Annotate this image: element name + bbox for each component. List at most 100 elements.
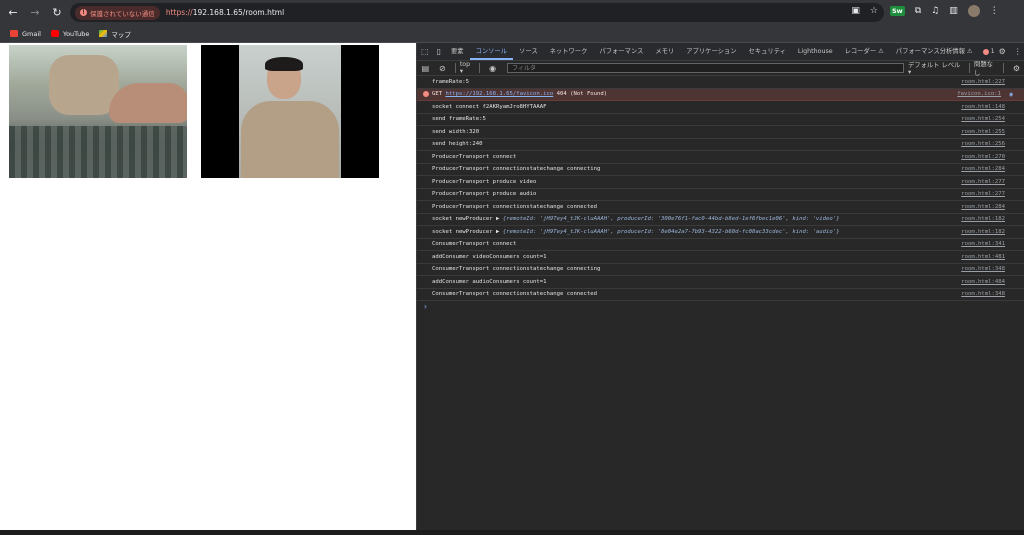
divider [454, 63, 456, 73]
local-video[interactable] [9, 45, 187, 178]
console-log: frameRate:5 room.html:227 GET https://192… [417, 76, 1024, 313]
tab-performance[interactable]: パフォーマンス [593, 43, 649, 60]
tab-sources[interactable]: ソース [513, 43, 544, 60]
object-preview[interactable]: {remoteId: 'jH9Tey4_tJK-cluAAAH', produc… [503, 229, 840, 235]
bookmark-youtube[interactable]: YouTube [50, 29, 90, 38]
console-row: frameRate:5 room.html:227 [417, 76, 1024, 89]
console-row: ProducerTransport connectionstatechange … [417, 201, 1024, 214]
issues-indicator[interactable]: 問題なし [974, 59, 999, 77]
bookmark-label: YouTube [62, 29, 90, 38]
console-row: ConsumerTransport connectionstatechange … [417, 289, 1024, 301]
bookmark-gmail[interactable]: Gmail [10, 30, 41, 38]
error-counter[interactable]: 1 [982, 48, 995, 55]
media-icon[interactable]: ♫ [931, 6, 939, 16]
person-hair [265, 57, 303, 71]
console-row: send frameRate:5 room.html:254 [417, 114, 1024, 126]
console-row-object[interactable]: socket newProducer ▶ {remoteId: 'jH9Tey4… [417, 214, 1024, 226]
sidebar-toggle-icon[interactable]: ▤ [421, 64, 430, 73]
star-icon[interactable]: ☆ [870, 6, 878, 16]
warning-icon: ! [80, 9, 87, 16]
console-row-object[interactable]: socket newProducer ▶ {remoteId: 'jH9Tey4… [417, 226, 1024, 239]
source-link[interactable]: room.html:277 [961, 179, 1005, 185]
person-torso [241, 101, 339, 178]
console-row: send height:240 room.html:256 [417, 139, 1024, 151]
extensions-icon[interactable]: ⧉ [915, 6, 921, 16]
console-row: ProducerTransport produce video room.html… [417, 176, 1024, 189]
source-link[interactable]: room.html:481 [961, 254, 1005, 260]
sidepanel-icon[interactable]: ▥ [949, 6, 958, 16]
page-viewport [0, 43, 416, 535]
menu-icon[interactable]: ⋮ [990, 6, 999, 16]
source-link[interactable]: room.html:254 [961, 116, 1005, 122]
youtube-icon [50, 30, 59, 37]
gmail-icon [10, 30, 18, 37]
back-icon[interactable]: ← [4, 4, 22, 22]
tab-performance-insights[interactable]: パフォーマンス分析情報 ⚠ [890, 43, 979, 60]
gear-icon[interactable]: ⚙ [999, 47, 1006, 56]
source-link[interactable]: room.html:348 [961, 291, 1005, 297]
remote-video[interactable] [201, 45, 379, 178]
os-taskbar [0, 530, 1024, 535]
source-link[interactable]: room.html:182 [961, 216, 1005, 222]
source-link[interactable]: room.html:284 [961, 166, 1005, 172]
bookmark-label: Gmail [22, 29, 41, 38]
source-link[interactable]: room.html:148 [961, 104, 1005, 110]
tab-memory[interactable]: メモリ [649, 43, 680, 60]
tab-network[interactable]: ネットワーク [544, 43, 594, 60]
console-filter-input[interactable]: フィルタ [507, 63, 904, 73]
clear-console-icon[interactable]: ⊘ [438, 64, 447, 73]
bookmark-label: マップ [111, 30, 131, 39]
camera-icon[interactable]: ▣ [851, 6, 860, 16]
security-warning-label: 保護されていない通信 [90, 9, 155, 18]
bookmark-maps[interactable]: マップ [99, 29, 131, 39]
source-link[interactable]: room.html:270 [961, 154, 1005, 160]
keyboard [9, 126, 187, 178]
tab-console[interactable]: コンソール [469, 43, 514, 60]
eye-icon[interactable]: ◉ [488, 64, 497, 73]
more-icon[interactable]: ⋮ [1014, 47, 1022, 56]
console-prompt[interactable]: › [417, 301, 1024, 313]
bookmarks-bar: Gmail YouTube マップ [0, 25, 1024, 43]
source-link[interactable]: room.html:348 [961, 266, 1005, 272]
source-link[interactable]: room.html:277 [961, 191, 1005, 197]
console-row: send width:320 room.html:255 [417, 126, 1024, 139]
console-settings-icon[interactable]: ⚙ [1012, 64, 1021, 73]
url-host-path: 192.168.1.65/room.html [192, 8, 285, 17]
console-row: ProducerTransport connect room.html:270 [417, 151, 1024, 164]
person-torso [49, 55, 119, 115]
source-link[interactable]: room.html:227 [961, 79, 1005, 85]
context-selector[interactable]: top ▾ [460, 61, 475, 75]
url-protocol: https:// [165, 8, 193, 17]
console-row: ProducerTransport produce audio room.html… [417, 189, 1024, 201]
tab-application[interactable]: アプリケーション [680, 43, 742, 60]
address-bar[interactable]: ! 保護されていない通信 https://192.168.1.65/room.h… [70, 3, 884, 22]
reload-icon[interactable]: ↻ [48, 4, 66, 22]
source-link[interactable]: room.html:341 [961, 241, 1005, 247]
log-level-dropdown[interactable]: デフォルト レベル ▾ [908, 60, 965, 76]
extension-badge[interactable]: Sw [890, 6, 905, 16]
console-row: socket connect f2AKRyamJro8HYTAAAF room.h… [417, 101, 1024, 114]
tab-security[interactable]: セキュリティ [743, 43, 792, 60]
url-text[interactable]: https://192.168.1.65/room.html [166, 8, 284, 17]
tab-lighthouse[interactable]: Lighthouse [792, 43, 839, 60]
source-link[interactable]: room.html:256 [961, 141, 1005, 147]
divider [1003, 63, 1005, 73]
network-icon[interactable]: ◉ [1009, 91, 1013, 98]
divider [969, 63, 971, 73]
device-toggle-icon[interactable]: ▯ [437, 47, 441, 56]
forward-icon[interactable]: → [26, 4, 44, 22]
console-row: ConsumerTransport connect room.html:341 [417, 239, 1024, 251]
source-link[interactable]: room.html:182 [961, 229, 1005, 235]
tab-elements[interactable]: 要素 [445, 43, 470, 60]
source-link[interactable]: room.html:284 [961, 204, 1005, 210]
request-url-link[interactable]: https://192.168.1.65/favicon.ico [445, 91, 553, 97]
inspect-icon[interactable]: ⬚ [421, 47, 429, 56]
tab-recorder[interactable]: レコーダー ⚠ [839, 43, 890, 60]
console-toolbar: ▤ ⊘ top ▾ ◉ フィルタ デフォルト レベル ▾ 問題なし ⚙ [417, 59, 1024, 77]
profile-icon[interactable] [967, 5, 980, 17]
source-link[interactable]: room.html:255 [961, 129, 1005, 135]
security-warning-chip[interactable]: ! 保護されていない通信 [75, 5, 160, 20]
source-link[interactable]: favicon.ico:1 [957, 91, 1001, 97]
object-preview[interactable]: {remoteId: 'jH9Tey4_tJK-cluAAAH', produc… [503, 216, 840, 222]
source-link[interactable]: room.html:484 [961, 279, 1005, 285]
